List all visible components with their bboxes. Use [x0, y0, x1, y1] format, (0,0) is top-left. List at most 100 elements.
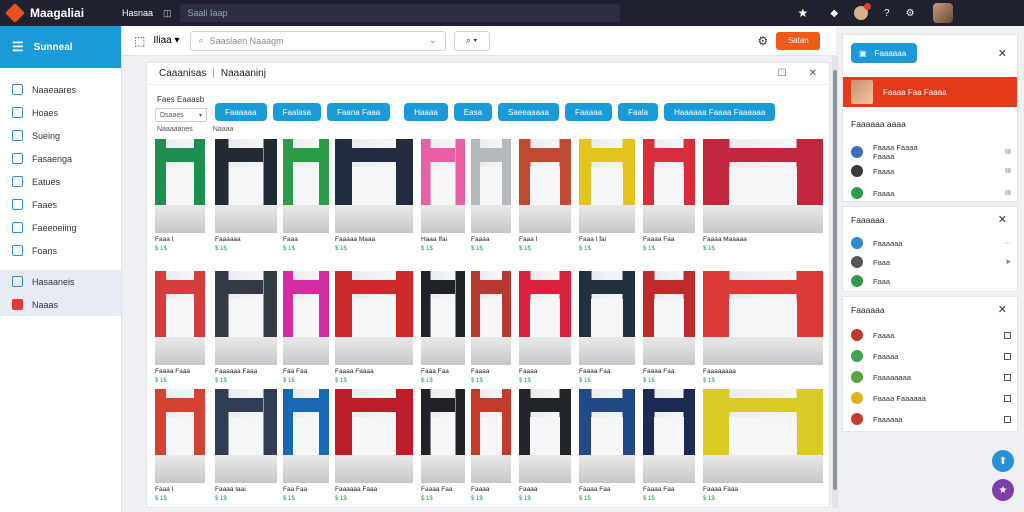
filter-chip[interactable]: Faala — [618, 103, 659, 121]
top-search-input[interactable]: Saali Iaap — [179, 4, 620, 22]
assistant-fab[interactable]: ★ — [992, 479, 1014, 501]
product-card[interactable]: Faaa I $ 1$ — [155, 389, 205, 511]
checkbox[interactable] — [1004, 373, 1011, 381]
filter-chip[interactable]: Saeeaaaaa — [498, 103, 559, 121]
settings-icon[interactable]: ⚙ — [906, 8, 915, 19]
checkbox[interactable] — [1004, 394, 1011, 402]
close-icon[interactable]: ✕ — [998, 47, 1007, 60]
sidebar-item[interactable]: Naaas — [0, 293, 121, 316]
sidebar-item[interactable]: Naaeaares — [0, 78, 121, 101]
scrollbar[interactable] — [832, 56, 838, 508]
row-action[interactable]: III — [1005, 149, 1011, 156]
right-panel-row[interactable]: Faaaa Faaaaaa — [851, 392, 1011, 404]
scrollbar-thumb[interactable] — [833, 70, 837, 490]
star-icon[interactable]: ★ — [798, 6, 809, 20]
product-card[interactable]: Faaaaaa Faaa $ 1$ — [335, 389, 413, 511]
product-card[interactable]: Faaa Faa $ 1$ — [421, 271, 465, 393]
product-card[interactable]: Faaaaaaaa $ 1$ — [703, 271, 823, 393]
right-panel-row[interactable]: Faaaaaaaa — [851, 371, 1011, 383]
filter-chip[interactable]: Easa — [453, 103, 493, 121]
row-action[interactable]: ··· — [1004, 240, 1011, 247]
search-input[interactable]: ⌕ Saaslaen Naaagm ⌄ — [189, 30, 446, 51]
filter-chip[interactable]: Haaaa — [404, 103, 448, 121]
close-icon[interactable]: ✕ — [809, 68, 817, 79]
sidebar-item[interactable]: Foans — [0, 239, 121, 262]
right-panel-row[interactable]: Faaaaa — [851, 350, 1011, 362]
product-card[interactable]: Faaaa Maaaaa $ 1$ — [703, 139, 823, 261]
right-panel-row[interactable]: Faaaaaa ··· — [851, 237, 1011, 249]
search-button[interactable]: ⌕ ▾ — [453, 30, 490, 51]
filter-chip[interactable]: Faaaaa — [564, 103, 613, 121]
checkbox[interactable] — [1004, 352, 1011, 360]
row-action[interactable]: III — [1005, 168, 1011, 175]
checkbox[interactable] — [1004, 331, 1011, 339]
chat-icon[interactable]: ◆ — [830, 8, 838, 19]
product-card[interactable]: Faaaa Faa $ 1$ — [421, 389, 465, 511]
right-top-button[interactable]: ▣ Faaaaaa — [851, 43, 917, 63]
product-card[interactable]: Faaaa Faaa $ 1$ — [703, 389, 823, 511]
product-card[interactable]: Faa Faa $ 1$ — [283, 271, 329, 393]
filter-chip[interactable]: Faana Faaa — [327, 103, 391, 121]
notification-avatar[interactable] — [854, 3, 872, 20]
maximize-icon[interactable]: ☐ — [778, 68, 787, 79]
notification-banner[interactable]: Faaaa Faa Faaaa — [843, 77, 1017, 107]
filter-chip[interactable]: Faalasa — [272, 103, 322, 121]
right-panel-row[interactable]: Faaaa — [851, 329, 1011, 341]
product-card[interactable]: Faaaaaa $ 1$ — [215, 139, 277, 261]
product-card[interactable]: Faaa I $ 1$ — [155, 139, 205, 261]
product-card[interactable]: Faaaa $ 1$ — [471, 271, 511, 393]
product-card[interactable]: Faaaaaa Faaa $ 1$ — [215, 271, 277, 393]
product-card[interactable]: Faaaa Faaa $ 1$ — [155, 271, 205, 393]
close-icon[interactable]: ✕ — [998, 213, 1007, 226]
product-card[interactable]: Faaa $ 1$ — [283, 139, 329, 261]
product-card[interactable]: Faaaa Iaai $ 1$ — [215, 389, 277, 511]
sidebar-item[interactable]: Fasaenga — [0, 147, 121, 170]
right-panel-row[interactable]: Faaa — [851, 275, 1011, 287]
product-card[interactable]: Faaaa Faa $ 1$ — [643, 271, 695, 393]
product-card[interactable]: Haaa Ifai $ 1$ — [421, 139, 465, 261]
row-action[interactable]: III — [1005, 190, 1011, 197]
chevron-down-icon[interactable]: ⌄ — [429, 35, 437, 46]
help-icon[interactable]: ? — [884, 8, 890, 19]
filter-chip[interactable]: Haaaaaa Faaaa Faaaaaa — [664, 103, 776, 121]
menu-icon[interactable]: ☰ — [12, 39, 24, 55]
right-panel-row[interactable]: Faaaa III — [851, 165, 1011, 177]
filter-select[interactable]: Dsaaes ▾ — [155, 108, 207, 122]
row-action[interactable]: ➤ — [1005, 258, 1011, 266]
app-logo[interactable]: Maagaliai — [0, 3, 116, 23]
top-nav-link[interactable]: Hasnaa — [122, 8, 153, 18]
close-icon[interactable]: ✕ — [998, 303, 1007, 316]
product-card[interactable]: Faaa I $ 1$ — [519, 139, 571, 261]
right-panel-row[interactable]: Faaaa Faaaa Faaaa III — [851, 143, 1011, 161]
product-card[interactable]: Faaa I fai $ 1$ — [579, 139, 635, 261]
back-icon[interactable]: ⬚ — [134, 34, 145, 48]
grid-icon[interactable]: ◫ — [163, 8, 172, 19]
product-card[interactable]: Faaaaa Maaa $ 1$ — [335, 139, 413, 261]
filter-chip[interactable]: Faaaaaa — [215, 103, 267, 121]
product-card[interactable]: Faaaa Faa $ 1$ — [579, 389, 635, 511]
right-panel-row[interactable]: Faaaa III — [851, 187, 1011, 199]
gear-icon[interactable]: ⚙ — [758, 34, 769, 48]
primary-action-button[interactable]: Satan — [776, 31, 821, 50]
product-card[interactable]: Faaaa $ 1$ — [519, 271, 571, 393]
view-dropdown[interactable]: Iliaa ▾ — [153, 35, 179, 46]
sidebar-item[interactable]: Eatues — [0, 170, 121, 193]
user-avatar[interactable] — [932, 3, 953, 23]
product-card[interactable]: Faa Faa $ 1$ — [283, 389, 329, 511]
product-card[interactable]: Faaaa Faaaa $ 1$ — [335, 271, 413, 393]
product-card[interactable]: Faaaa $ 1$ — [471, 389, 511, 511]
product-card[interactable]: Faaaa $ 1$ — [519, 389, 571, 511]
right-panel-row[interactable]: Faaaaaa — [851, 413, 1011, 425]
product-card[interactable]: Faaaa Faa $ 1$ — [579, 271, 635, 393]
sidebar-item[interactable]: Hasaaneis — [0, 270, 121, 293]
sidebar-header[interactable]: ☰ Sunneal — [0, 26, 121, 68]
product-card[interactable]: Faaaa Faa $ 1$ — [643, 389, 695, 511]
sidebar-item[interactable]: Sueing — [0, 124, 121, 147]
sidebar-item[interactable]: Faaes — [0, 193, 121, 216]
sidebar-item[interactable]: Hoaes — [0, 101, 121, 124]
checkbox[interactable] — [1004, 415, 1011, 423]
right-panel-row[interactable]: Faaa ➤ — [851, 256, 1011, 268]
product-card[interactable]: Faaaa Faa $ 1$ — [643, 139, 695, 261]
up-arrow-fab[interactable]: ⬆ — [992, 450, 1014, 472]
sidebar-item[interactable]: Faeeoeiing — [0, 216, 121, 239]
